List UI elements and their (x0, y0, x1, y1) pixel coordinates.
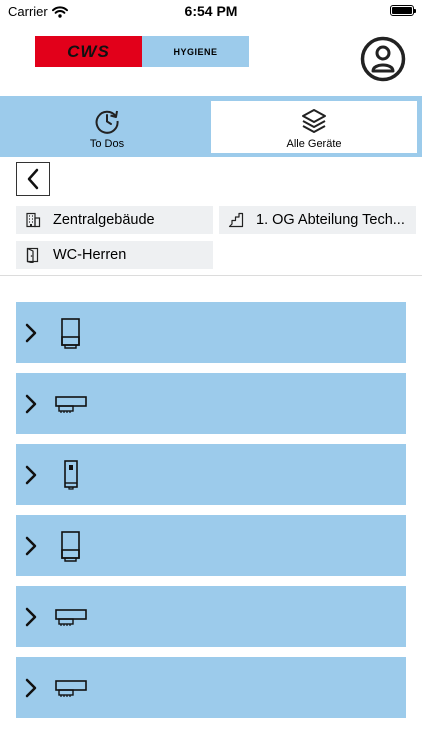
chevron-right-icon (25, 394, 37, 414)
soap-dispenser-wide-icon (55, 609, 87, 626)
soap-dispenser-wide-icon (55, 396, 87, 413)
device-row[interactable] (16, 373, 406, 434)
cws-hygiene-logo: CWS HYGIENE (35, 36, 249, 67)
logo-tagline-text: HYGIENE (173, 46, 218, 57)
logo-tagline: HYGIENE (142, 36, 249, 67)
small-dispenser-icon (64, 460, 78, 490)
chevron-left-icon (27, 168, 39, 190)
building-icon (26, 212, 41, 228)
device-row[interactable] (16, 302, 406, 363)
chevron-right-icon (25, 678, 37, 698)
layers-icon (302, 109, 326, 133)
battery-icon (390, 5, 416, 16)
room-label: WC-Herren (53, 247, 127, 263)
stairs-icon (228, 212, 244, 228)
device-row[interactable] (16, 586, 406, 647)
soap-dispenser-wide-icon (55, 680, 87, 697)
location-room-chip[interactable]: WC-Herren (16, 241, 213, 269)
status-bar: Carrier 6:54 PM (0, 0, 422, 24)
tab-alle-geraete[interactable]: Alle Geräte (211, 101, 417, 153)
clock: 6:54 PM (184, 3, 238, 19)
back-button[interactable] (16, 162, 50, 196)
towel-dispenser-icon (61, 318, 80, 349)
history-clock-icon (95, 110, 119, 134)
tab-todos-label: To Dos (89, 138, 125, 150)
tab-alle-geraete-label: Alle Geräte (286, 138, 342, 150)
tab-todos[interactable]: To Dos (4, 101, 210, 153)
door-icon (26, 247, 39, 263)
chevron-right-icon (25, 607, 37, 627)
location-floor-chip[interactable]: 1. OG Abteilung Tech... (219, 206, 416, 234)
location-building-chip[interactable]: Zentralgebäude (16, 206, 213, 234)
chevron-right-icon (25, 323, 37, 343)
towel-dispenser-icon (61, 531, 80, 562)
app-header: CWS HYGIENE (0, 24, 422, 96)
building-label: Zentralgebäude (53, 212, 155, 228)
logo-brand: CWS (35, 36, 142, 67)
floor-label: 1. OG Abteilung Tech... (256, 212, 405, 228)
user-circle-icon[interactable] (360, 36, 406, 82)
chevron-right-icon (25, 465, 37, 485)
logo-brand-text: CWS (67, 41, 110, 61)
device-row[interactable] (16, 515, 406, 576)
device-row[interactable] (16, 444, 406, 505)
chevron-right-icon (25, 536, 37, 556)
section-divider (0, 275, 422, 276)
tab-bar: To Dos Alle Geräte (0, 96, 422, 157)
device-row[interactable] (16, 657, 406, 718)
